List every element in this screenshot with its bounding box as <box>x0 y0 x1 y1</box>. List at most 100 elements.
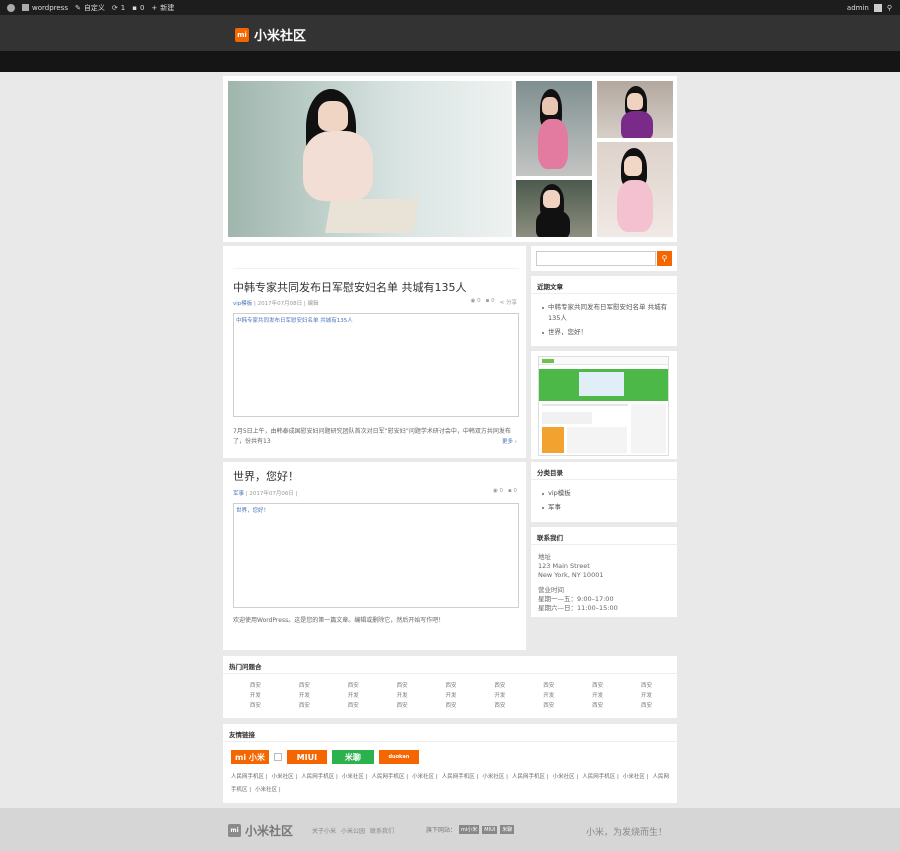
hot-topic-item[interactable]: 开发 <box>524 691 573 699</box>
hot-topic-item[interactable]: 西安 <box>524 681 573 689</box>
friend-link[interactable]: 小米社区 <box>255 787 277 793</box>
hot-topic-item[interactable]: 西安 <box>231 681 280 689</box>
hot-topic-item[interactable]: 西安 <box>280 701 329 709</box>
comment-icon: ▪ <box>485 298 490 304</box>
search-icon[interactable]: ⚲ <box>887 4 892 12</box>
friend-link[interactable]: 小米社区 <box>623 774 645 780</box>
wordpress-logo-item[interactable] <box>7 3 15 12</box>
post-excerpt: 7月5日上午，由韩泰成国慰安妇问题研究团队首次对日军“慰安妇”问题学术研讨会中，… <box>233 428 511 445</box>
gallery-photo-main[interactable] <box>228 81 512 237</box>
friend-link[interactable]: 小米社区 <box>553 774 575 780</box>
friend-link[interactable]: 小米社区 <box>342 774 364 780</box>
post-embed-frame[interactable]: 世界，您好！ <box>233 503 519 608</box>
list-item[interactable]: 中韩专家共同发布日军慰安妇名单 共城有135人 <box>542 302 670 324</box>
friend-link[interactable]: 人民网手机区 <box>301 774 334 780</box>
hot-topic-item[interactable]: 西安 <box>378 681 427 689</box>
friend-link[interactable]: 人民网手机区 <box>442 774 475 780</box>
miliao-site-badge[interactable]: 米聊 <box>500 825 515 834</box>
share-link[interactable]: 分享 <box>506 300 517 306</box>
hot-topic-item[interactable]: 西安 <box>378 701 427 709</box>
comment-count[interactable]: 0 <box>491 298 495 304</box>
miliao-logo-link[interactable]: 米聊 <box>331 750 374 764</box>
mi-logo-icon: mi <box>235 27 249 42</box>
hot-topics-grid: 西安 西安 西安 西安 西安 西安 西安 西安 西安 开发 开发 开发 开发 开发 开发 开发 开发 开发 西安 西安… <box>231 681 671 709</box>
read-more-link[interactable]: 更多 › <box>502 437 517 445</box>
new-item[interactable]: + 新建 <box>151 3 174 13</box>
embed-link[interactable]: 世界，您好！ <box>236 506 269 514</box>
footer-logo[interactable]: mi 小米社区 <box>228 822 293 839</box>
updates-item[interactable]: ⟳ 1 <box>112 4 125 12</box>
friend-link[interactable]: 小米社区 <box>482 774 504 780</box>
contact-widget: 联系我们 地址 123 Main Street New York, NY 100… <box>531 527 677 617</box>
list-item[interactable]: vip模板 <box>542 488 571 499</box>
hot-topic-item[interactable]: 西安 <box>475 681 524 689</box>
comment-count[interactable]: 0 <box>514 488 518 494</box>
post-title[interactable]: 世界，您好！ <box>233 468 299 484</box>
mi-site-badge[interactable]: mi小米 <box>459 825 480 834</box>
post-category[interactable]: vip模板 <box>233 301 252 307</box>
comment-icon: ▪ <box>132 3 137 12</box>
hot-topic-item[interactable]: 西安 <box>622 701 671 709</box>
gallery-photo-2[interactable] <box>516 81 592 176</box>
gallery-photo-4[interactable] <box>597 81 673 138</box>
post-meta: 军事 | 2017年07月06日 | <box>233 491 298 497</box>
greeting-user[interactable]: admin <box>847 4 869 12</box>
hot-topic-item[interactable]: 开发 <box>231 691 280 699</box>
embed-link[interactable]: 中韩专家共同发布日军慰安妇名单 共城有135人 <box>236 316 353 324</box>
post-category[interactable]: 军事 <box>233 491 244 497</box>
search-button[interactable]: ⚲ <box>657 251 672 266</box>
hot-topic-item[interactable]: 开发 <box>378 691 427 699</box>
duokan-logo-link[interactable]: duokan <box>378 750 419 764</box>
hot-topic-item[interactable]: 西安 <box>573 701 622 709</box>
categories-list: vip模板 军事 <box>542 488 571 513</box>
list-item[interactable]: 世界，您好！ <box>542 327 670 338</box>
hot-topic-item[interactable]: 开发 <box>573 691 622 699</box>
hot-topic-item[interactable]: 西安 <box>231 701 280 709</box>
miui-site-badge[interactable]: MIUI <box>482 825 498 834</box>
hot-topic-item[interactable]: 西安 <box>329 681 378 689</box>
xiaomi-logo-link[interactable]: mi 小米 <box>231 750 269 764</box>
hot-topic-item[interactable]: 西安 <box>475 701 524 709</box>
gallery-photo-5[interactable] <box>597 142 673 237</box>
search-input[interactable] <box>536 251 656 266</box>
hot-topic-item[interactable]: 西安 <box>573 681 622 689</box>
friend-link[interactable]: 小米社区 <box>272 774 294 780</box>
avatar[interactable] <box>873 3 882 12</box>
footer-link[interactable]: 联系我们 <box>370 826 394 835</box>
comments-item[interactable]: ▪ 0 <box>132 4 144 12</box>
hot-topic-item[interactable]: 西安 <box>622 681 671 689</box>
hot-topic-item[interactable]: 西安 <box>329 701 378 709</box>
friend-link[interactable]: 人民网手机区 <box>512 774 545 780</box>
gallery-photo-3[interactable] <box>516 180 592 237</box>
hot-topic-item[interactable]: 开发 <box>329 691 378 699</box>
hot-topic-item[interactable]: 西安 <box>427 681 476 689</box>
footer-sites: 旗下网站： mi小米 MIUI 米聊 <box>426 825 515 834</box>
footer-slogan: 小米，为发烧而生！ <box>586 828 668 838</box>
friend-link[interactable]: 人民网手机区 <box>231 774 264 780</box>
post-title[interactable]: 中韩专家共同发布日军慰安妇名单 共城有135人 <box>233 279 467 295</box>
site-footer: mi 小米社区 关于小米 小米公园 联系我们 旗下网站： mi小米 MIUI 米… <box>0 808 900 851</box>
hot-topic-item[interactable]: 西安 <box>524 701 573 709</box>
miui-logo-link[interactable]: MIUI <box>286 750 327 764</box>
hot-topic-item[interactable]: 开发 <box>280 691 329 699</box>
website-screenshot[interactable] <box>538 356 669 456</box>
post-embed-frame[interactable]: 中韩专家共同发布日军慰安妇名单 共城有135人 <box>233 313 519 417</box>
friend-link[interactable]: 人民网手机区 <box>372 774 405 780</box>
hot-topic-item[interactable]: 开发 <box>427 691 476 699</box>
hot-topic-item[interactable]: 西安 <box>280 681 329 689</box>
list-item[interactable]: 军事 <box>542 502 571 513</box>
customize-item[interactable]: ✎ 自定义 <box>75 3 105 13</box>
site-logo[interactable]: mi 小米社区 <box>235 25 306 44</box>
friend-link[interactable]: 小米社区 <box>412 774 434 780</box>
post-edit-link[interactable]: 编辑 <box>308 301 319 307</box>
nav-bar <box>0 51 900 72</box>
hot-topic-item[interactable]: 西安 <box>427 701 476 709</box>
hot-topic-item[interactable]: 开发 <box>475 691 524 699</box>
footer-link[interactable]: 关于小米 <box>312 826 336 835</box>
recent-posts-widget: 近期文章 中韩专家共同发布日军慰安妇名单 共城有135人 世界，您好！ <box>531 276 677 346</box>
hot-topic-item[interactable]: 开发 <box>622 691 671 699</box>
friend-link[interactable]: 人民网手机区 <box>582 774 615 780</box>
friend-links-list: 人民网手机区 | 小米社区 | 人民网手机区 | 小米社区 | 人民网手机区 | 小米社区… <box>231 774 670 793</box>
site-name-item[interactable]: wordpress <box>22 4 68 12</box>
footer-link[interactable]: 小米公园 <box>341 826 365 835</box>
